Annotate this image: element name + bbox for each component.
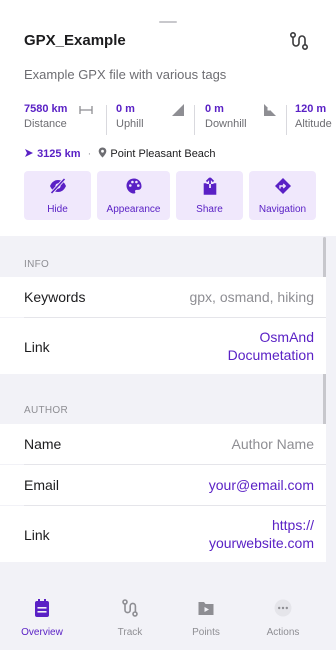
stat-uphill: 0 m Uphill [116,103,188,137]
link-line-1: OsmAnd [259,329,314,345]
appearance-button[interactable]: Appearance [97,171,170,220]
link-line-2: Documetation [227,347,314,363]
name-key: Name [24,436,62,452]
uphill-icon [172,104,184,116]
stat-label: Distance [24,118,67,130]
info-link-row: Link OsmAnd Documetation [0,318,326,374]
overview-icon [35,599,49,617]
navigation-label: Navigation [258,204,307,215]
location-row: 3125 km · Point Pleasant Beach [24,147,216,161]
tab-points[interactable]: Points [164,590,248,650]
tab-overview[interactable]: Overview [0,590,84,650]
info-header: INFO [24,259,50,270]
share-icon [203,177,216,195]
downhill-icon [264,104,276,116]
stat-label: Downhill [205,118,247,130]
email-link[interactable]: your@email.com [209,476,314,494]
points-icon [198,602,214,615]
tab-label: Points [192,627,220,638]
author-header: AUTHOR [24,405,69,416]
distance-icon [79,106,93,114]
tab-label: Track [117,627,143,638]
track-icon [122,599,138,617]
track-title: GPX_Example [24,32,126,49]
tab-bar: Overview Track Points Actions [0,590,336,650]
keywords-value: gpx, osmand, hiking [189,289,314,305]
stat-downhill: 0 m Downhill [205,103,280,137]
share-label: Share [196,204,223,215]
direction-arrow-icon [25,149,33,157]
stat-distance: 7580 km Distance [24,103,104,137]
link-key: Link [24,527,50,543]
appearance-label: Appearance [106,204,161,215]
navigation-icon [274,178,291,194]
tab-label: Overview [21,627,63,638]
header: GPX_Example [24,30,316,52]
hide-button[interactable]: Hide [24,171,91,220]
stat-label: Altitude [295,118,332,130]
email-key: Email [24,477,60,493]
navigation-button[interactable]: Navigation [249,171,316,220]
stat-altitude: 120 m Altitude [295,103,336,137]
link-key: Link [24,339,50,355]
divider [106,105,107,135]
stat-value: 120 m [295,103,327,115]
tab-track[interactable]: Track [88,590,172,650]
tab-label: Actions [266,627,300,638]
info-keywords-row: Keywords gpx, osmand, hiking [0,277,326,317]
location-pin-icon [98,147,107,158]
share-button[interactable]: Share [176,171,243,220]
divider [194,105,195,135]
link-line-1: https:// [271,517,314,533]
sheet-grabber[interactable] [159,21,177,23]
location-place: Point Pleasant Beach [110,148,216,160]
eye-off-icon [49,177,66,195]
website-link[interactable]: https:// yourwebsite.com [209,516,314,552]
palette-icon [126,178,141,194]
author-email-row: Email your@email.com [0,465,326,505]
separator-dot: · [87,148,92,160]
tab-actions[interactable]: Actions [241,590,325,650]
location-distance: 3125 km [37,148,81,160]
divider [286,105,287,135]
name-value: Author Name [231,436,314,452]
author-name-row: Name Author Name [0,424,326,464]
link-line-2: yourwebsite.com [208,535,314,551]
keywords-key: Keywords [24,289,86,305]
more-icon [274,599,292,617]
author-link-row: Link https:// yourwebsite.com [0,506,326,562]
stats-row: 7580 km Distance 0 m Uphill 0 m Downhill… [24,103,336,137]
track-route-icon[interactable] [288,30,310,52]
documentation-link[interactable]: OsmAnd Documetation [228,328,314,364]
track-description: Example GPX file with various tags [24,67,227,82]
hide-label: Hide [47,204,68,215]
stat-label: Uphill [116,118,144,130]
